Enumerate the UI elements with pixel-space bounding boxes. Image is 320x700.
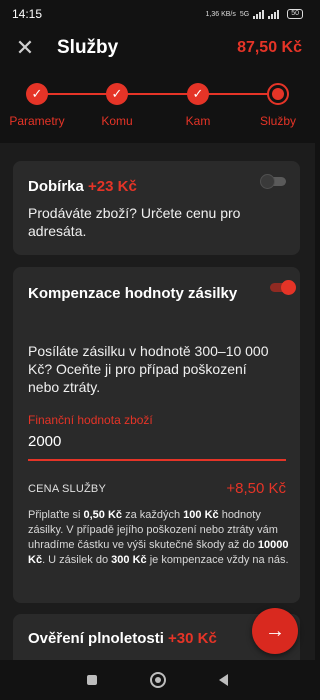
status-icons: 1,36 KB/s 5G 50	[205, 9, 303, 19]
status-bar: 14:15 1,36 KB/s 5G 50	[0, 0, 315, 28]
service-price-row: CENA SLUŽBY +8,50 Kč	[28, 480, 286, 497]
progress-stepper: ✓ Parametry ✓ Komu ✓ Kam Služby	[0, 80, 315, 130]
check-icon: ✓	[26, 83, 48, 105]
signal-icon	[253, 9, 265, 19]
insurance-toggle[interactable]	[268, 280, 296, 295]
service-title: Ověření plnoletosti +30 Kč	[28, 630, 217, 647]
price-label: CENA SLUŽBY	[28, 482, 107, 495]
total-price: 87,50 Kč	[237, 39, 302, 56]
recents-icon[interactable]	[86, 675, 97, 685]
cod-toggle[interactable]	[260, 174, 288, 189]
service-card-cod[interactable]: Dobírka +23 Kč Prodáváte zboží? Určete c…	[13, 161, 300, 255]
service-title-text: Ověření plnoletosti	[28, 630, 164, 647]
step-label: Komu	[101, 114, 133, 128]
price-value: +8,50 Kč	[226, 480, 286, 497]
net-speed: 1,36 KB/s	[205, 10, 236, 18]
step-komu[interactable]: ✓ Komu	[77, 80, 157, 128]
check-icon: ✓	[106, 83, 128, 105]
step-kam[interactable]: ✓ Kam	[158, 80, 238, 128]
step-label: Služby	[259, 114, 297, 128]
battery-icon: 50	[287, 9, 303, 19]
signal-icon-2	[268, 9, 280, 19]
step-label: Parametry	[9, 114, 65, 128]
service-title: Kompenzace hodnoty zásilky	[28, 285, 238, 302]
service-title: Dobírka +23 Kč	[28, 178, 137, 195]
arrow-right-icon: →	[265, 619, 285, 642]
step-label: Kam	[185, 114, 211, 128]
system-nav-bar	[0, 660, 315, 700]
step-parametry[interactable]: ✓ Parametry	[0, 80, 77, 128]
service-price: +23 Kč	[88, 178, 137, 195]
services-list[interactable]: Dobírka +23 Kč Prodáváte zboží? Určete c…	[0, 143, 315, 660]
close-icon[interactable]: ✕	[13, 35, 37, 61]
check-icon: ✓	[187, 83, 209, 105]
clock: 14:15	[12, 7, 43, 21]
home-icon[interactable]	[149, 672, 166, 688]
service-title-text: Dobírka	[28, 178, 84, 195]
network-label: 5G	[239, 10, 250, 18]
value-field-label: Finanční hodnota zboží	[28, 413, 153, 427]
value-input[interactable]: 2000	[28, 433, 61, 450]
step-sluzby[interactable]: Služby	[238, 80, 318, 128]
page-title: Služby	[57, 37, 119, 58]
service-price: +30 Kč	[168, 630, 217, 647]
app-bar: ✕ Služby 87,50 Kč	[0, 28, 315, 68]
value-input-underline	[28, 459, 286, 461]
insurance-note: Připlaťte si 0,50 Kč za každých 100 Kč h…	[28, 509, 289, 566]
current-step-icon	[267, 83, 289, 105]
service-description: Prodáváte zboží? Určete cenu pro adresát…	[28, 205, 241, 239]
next-button[interactable]: →	[252, 608, 298, 654]
back-icon[interactable]	[219, 674, 229, 686]
service-description: Posíláte zásilku v hodnotě 300–10 000 Kč…	[28, 343, 269, 395]
